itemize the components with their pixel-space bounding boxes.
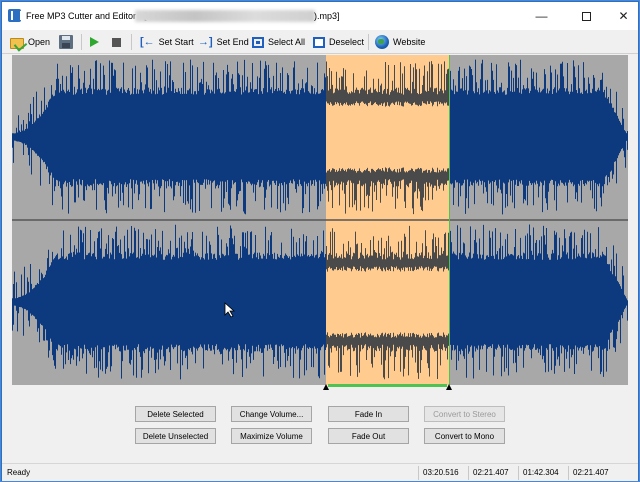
toolbar-separator xyxy=(131,34,132,50)
cursor-position-time: 02:21.407 xyxy=(568,466,636,480)
stop-icon xyxy=(112,37,121,47)
deselect-button[interactable]: Deselect xyxy=(313,33,364,51)
fade-out-button[interactable]: Fade Out xyxy=(328,428,409,444)
selection-start-time: 02:21.407 xyxy=(468,466,518,480)
set-end-label: Set End xyxy=(216,37,249,47)
select-all-icon xyxy=(252,36,264,48)
play-button[interactable] xyxy=(90,33,99,51)
status-bar: Ready 03:20.516 02:21.407 01:42.304 02:2… xyxy=(2,463,638,481)
stop-button[interactable] xyxy=(112,33,121,51)
total-length: 03:20.516 xyxy=(418,466,468,480)
maximize-icon xyxy=(582,11,591,21)
selection-marker-strip[interactable] xyxy=(12,382,628,390)
minimize-icon: — xyxy=(535,9,548,23)
waveform-canvas[interactable] xyxy=(12,55,628,385)
select-all-button[interactable]: Select All xyxy=(252,33,305,51)
close-icon: ✕ xyxy=(618,9,629,23)
save-icon xyxy=(59,35,73,49)
website-label: Website xyxy=(393,37,426,47)
change-volume-button[interactable]: Change Volume... xyxy=(231,406,312,422)
open-label: Open xyxy=(28,37,51,47)
title-bar: Free MP3 Cutter and Editor - [ ).mp3] — … xyxy=(2,2,638,30)
select-all-label: Select All xyxy=(268,37,306,47)
open-folder-icon xyxy=(10,37,24,49)
set-start-label: Set Start xyxy=(158,37,194,47)
play-icon xyxy=(90,37,99,47)
save-button[interactable] xyxy=(59,33,73,51)
delete-selected-button[interactable]: Delete Selected xyxy=(135,406,216,422)
fade-in-button[interactable]: Fade In xyxy=(328,406,409,422)
blurred-filename xyxy=(135,10,315,22)
set-end-icon: →] xyxy=(198,36,213,48)
toolbar: Open [← Set Start →] Set End Select All … xyxy=(2,30,638,54)
convert-to-mono-button[interactable]: Convert to Mono xyxy=(424,428,505,444)
set-start-button[interactable]: [← Set Start xyxy=(140,33,194,51)
app-window: Free MP3 Cutter and Editor - [ ).mp3] — … xyxy=(1,1,639,481)
selection-end-time: 01:42.304 xyxy=(518,466,568,480)
globe-icon xyxy=(375,35,389,49)
close-button[interactable]: ✕ xyxy=(601,2,640,30)
minimize-button[interactable]: — xyxy=(519,2,564,30)
toolbar-separator xyxy=(81,34,82,50)
selection-range-bar[interactable] xyxy=(328,384,447,387)
window-title: Free MP3 Cutter and Editor - [ xyxy=(26,11,147,21)
toolbar-separator xyxy=(368,34,369,50)
delete-unselected-button[interactable]: Delete Unselected xyxy=(135,428,216,444)
set-start-icon: [← xyxy=(140,36,155,48)
app-icon xyxy=(8,9,22,22)
deselect-icon xyxy=(313,36,325,48)
open-button[interactable]: Open xyxy=(10,33,50,51)
convert-to-stereo-button[interactable]: Convert to Stereo xyxy=(424,406,505,422)
window-title-extension: ).mp3] xyxy=(314,11,340,21)
deselect-label: Deselect xyxy=(329,37,365,47)
website-button[interactable]: Website xyxy=(375,33,425,51)
maximize-volume-button[interactable]: Maximize Volume xyxy=(231,428,312,444)
waveform-display[interactable] xyxy=(12,55,628,385)
status-text: Ready xyxy=(7,468,31,477)
set-end-button[interactable]: →] Set End xyxy=(198,33,249,51)
